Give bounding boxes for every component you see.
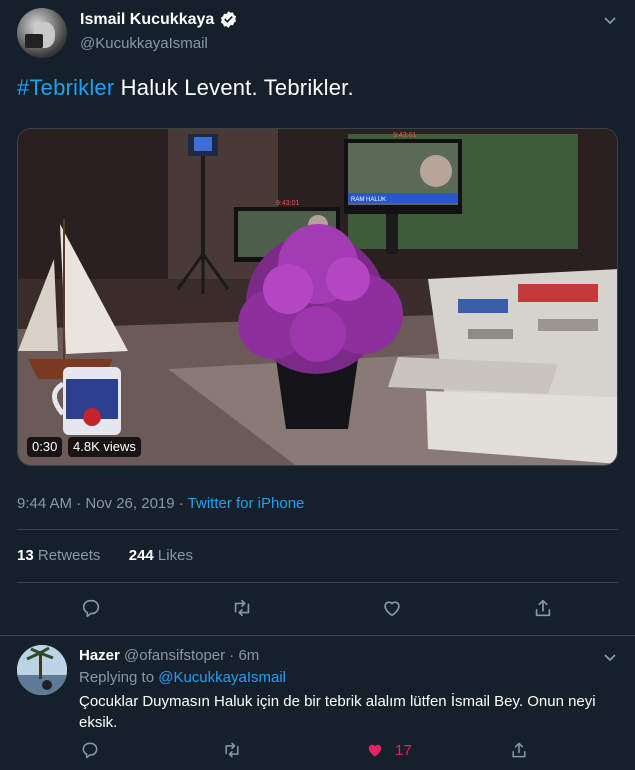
likes-label: Likes [153, 547, 193, 564]
engagement-stats: 13 Retweets 244 Likes [17, 547, 193, 564]
reply-chevron-down-icon[interactable] [602, 649, 618, 665]
reply-like-icon[interactable] [365, 740, 385, 760]
verified-badge-icon [221, 11, 237, 28]
tweet-separator [0, 635, 635, 636]
reply-text: Çocuklar Duymasın Haluk için de bir tebr… [79, 693, 596, 731]
chevron-down-icon[interactable] [602, 12, 618, 28]
reply-handle-time[interactable]: @ofansifstoper · 6m [120, 647, 259, 664]
author-handle[interactable]: @KucukkayaIsmail [80, 35, 208, 52]
retweets-count: 13 [17, 547, 34, 564]
retweet-icon[interactable] [231, 597, 253, 619]
retweets-stat[interactable]: 13 Retweets [17, 547, 100, 564]
avatar-camera [25, 34, 43, 48]
replying-prefix: Replying to [79, 669, 159, 686]
like-icon[interactable] [381, 597, 403, 619]
source-link[interactable]: Twitter for iPhone [188, 495, 305, 512]
author-avatar[interactable] [17, 8, 67, 58]
monitor-clock-right: 9:43:01 [393, 132, 416, 139]
tweet-text: #Tebrikler Haluk Levent. Tebrikler. [17, 75, 354, 101]
reply-reply-icon[interactable] [80, 740, 100, 760]
likes-count: 244 [128, 547, 154, 564]
reply-author-name[interactable]: Hazer [79, 647, 120, 664]
reply-retweet-icon[interactable] [222, 740, 242, 760]
author-name[interactable]: Ismail Kucukkaya [80, 11, 214, 29]
reply-author-avatar[interactable] [17, 645, 67, 695]
divider-top [17, 529, 618, 530]
video-duration-badge: 0:30 [27, 437, 63, 457]
monitor-ticker: RAM HALUK [351, 197, 386, 203]
replying-to: Replying to @KucukkayaIsmail [79, 669, 286, 686]
video-player[interactable]: RAM HALUK 9:43:01 9:43:01 [17, 128, 618, 466]
monitor-clock-center: 9:43:01 [276, 200, 299, 207]
reply-tweet: Hazer @ofansifstoper · 6m Replying to @K… [0, 637, 635, 770]
reply-name-row: Hazer @ofansifstoper · 6m [79, 647, 259, 664]
divider-bottom [17, 582, 618, 583]
video-frame: RAM HALUK 9:43:01 9:43:01 [18, 129, 617, 465]
reply-icon[interactable] [80, 597, 102, 619]
main-tweet: Ismail Kucukkaya @KucukkayaIsmail #Tebri… [0, 0, 635, 636]
tweet-text-body: Haluk Levent. Tebrikler. [114, 75, 354, 100]
hashtag-link[interactable]: #Tebrikler [17, 75, 114, 100]
replying-handle-link[interactable]: @KucukkayaIsmail [158, 669, 286, 686]
author-name-row[interactable]: Ismail Kucukkaya [80, 10, 238, 29]
timestamp[interactable]: 9:44 AM · Nov 26, 2019 · [17, 495, 188, 512]
share-icon[interactable] [532, 597, 554, 619]
tweet-metadata: 9:44 AM · Nov 26, 2019 · Twitter for iPh… [17, 495, 304, 512]
likes-stat[interactable]: 244 Likes [129, 547, 193, 564]
video-views-badge: 4.8K views [68, 437, 141, 457]
reply-like-count: 17 [395, 742, 412, 759]
reply-avatar-image [17, 645, 67, 695]
retweets-label: Retweets [33, 547, 101, 564]
reply-share-icon[interactable] [509, 740, 529, 760]
